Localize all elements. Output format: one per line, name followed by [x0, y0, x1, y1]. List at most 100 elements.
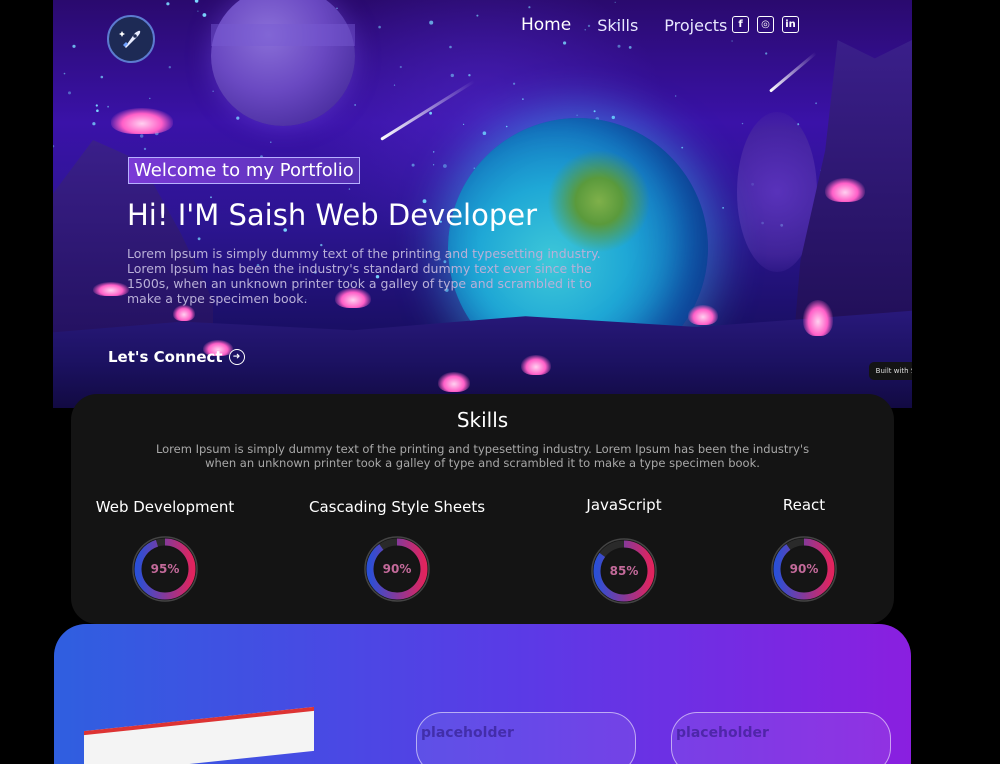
star: [95, 104, 98, 107]
star: [378, 25, 381, 29]
star: [236, 116, 240, 120]
projects-section: placeholder placeholder: [54, 624, 911, 764]
star: [194, 0, 199, 3]
star: [815, 102, 817, 105]
star: [429, 20, 434, 25]
star: [443, 164, 447, 168]
glowing-crystal: [173, 305, 195, 321]
instagram-icon[interactable]: ◎: [757, 16, 774, 33]
star: [143, 147, 147, 151]
star: [96, 109, 99, 112]
star: [411, 163, 415, 167]
star: [468, 74, 471, 77]
star: [197, 10, 199, 12]
star: [53, 145, 55, 148]
star: [399, 65, 402, 69]
star: [212, 90, 214, 92]
star: [675, 95, 677, 97]
star: [92, 122, 96, 126]
star: [149, 97, 151, 100]
social-links: f ◎ in: [732, 16, 799, 33]
facebook-icon[interactable]: f: [732, 16, 749, 33]
project-card-label: placeholder: [676, 725, 769, 741]
skill-progress-ring: 90%: [364, 536, 430, 602]
skill-progress-ring: 95%: [132, 536, 198, 602]
linkedin-icon[interactable]: in: [782, 16, 799, 33]
built-with-spline-badge[interactable]: Built with Spline: [869, 362, 912, 380]
glowing-crystal: [825, 178, 865, 202]
star: [522, 98, 524, 100]
skill-progress-ring: 90%: [771, 536, 837, 602]
star: [528, 6, 531, 9]
star: [681, 146, 684, 149]
skill-item: React 90%: [694, 496, 914, 602]
star: [202, 13, 207, 17]
star: [614, 1, 616, 3]
star: [731, 40, 733, 42]
glowing-crystal: [688, 305, 718, 325]
arrow-right-circle-icon: ➜: [228, 349, 245, 365]
project-preview-image: [84, 706, 314, 764]
star: [166, 2, 170, 6]
star: [450, 73, 454, 78]
star: [463, 123, 465, 125]
star: [68, 91, 71, 95]
star: [722, 207, 724, 209]
star: [628, 46, 632, 49]
nav-projects[interactable]: Projects: [664, 16, 727, 35]
nav-skills[interactable]: Skills: [597, 16, 638, 35]
star: [197, 237, 201, 241]
star: [72, 44, 76, 48]
skill-item: Cascading Style Sheets 90%: [287, 498, 507, 602]
star: [611, 115, 615, 120]
skills-section: Skills Lorem Ipsum is simply dummy text …: [71, 394, 894, 624]
glowing-crystal: [803, 300, 833, 336]
rocket-logo[interactable]: [107, 15, 155, 63]
skills-title: Skills: [456, 408, 509, 432]
star: [505, 125, 508, 128]
star: [576, 114, 578, 117]
skill-name: Web Development: [95, 498, 235, 516]
star: [476, 14, 479, 17]
star: [513, 82, 516, 85]
skill-name: Cascading Style Sheets: [308, 498, 486, 516]
star: [429, 111, 432, 115]
star: [168, 66, 171, 69]
glowing-crystal: [93, 282, 129, 296]
hero-title: Hi! I'M Saish Web Developer: [127, 198, 538, 232]
project-card[interactable]: placeholder: [416, 712, 636, 764]
star: [107, 105, 109, 108]
star: [270, 141, 272, 143]
star: [433, 151, 435, 153]
star: [449, 45, 452, 49]
star: [354, 104, 356, 106]
skill-name: React: [782, 496, 826, 514]
star: [765, 52, 768, 55]
star: [433, 164, 435, 166]
skill-progress-ring: 85%: [591, 538, 657, 604]
lets-connect-button[interactable]: Let's Connect ➜: [108, 348, 245, 366]
star: [140, 134, 144, 138]
project-card[interactable]: placeholder: [671, 712, 891, 764]
star: [393, 84, 396, 86]
star: [348, 188, 351, 190]
lets-connect-label: Let's Connect: [108, 348, 223, 366]
skill-percent: 85%: [609, 564, 639, 578]
star: [482, 131, 487, 135]
welcome-tagline: Welcome to my Portfolio: [128, 157, 360, 184]
project-card-label: placeholder: [421, 725, 514, 741]
star: [617, 44, 621, 48]
hero-description: Lorem Ipsum is simply dummy text of the …: [127, 246, 601, 306]
skill-percent: 90%: [382, 562, 412, 576]
star: [741, 122, 744, 125]
skills-description: Lorem Ipsum is simply dummy text of the …: [155, 442, 810, 470]
star: [593, 110, 596, 113]
star: [563, 41, 567, 45]
rocket-icon: [119, 30, 141, 48]
skill-percent: 95%: [150, 562, 180, 576]
skill-item: Web Development 95%: [55, 498, 275, 602]
nav-home[interactable]: Home: [521, 15, 571, 35]
star: [63, 72, 66, 75]
glowing-crystal: [438, 372, 470, 392]
skill-percent: 90%: [789, 562, 819, 576]
